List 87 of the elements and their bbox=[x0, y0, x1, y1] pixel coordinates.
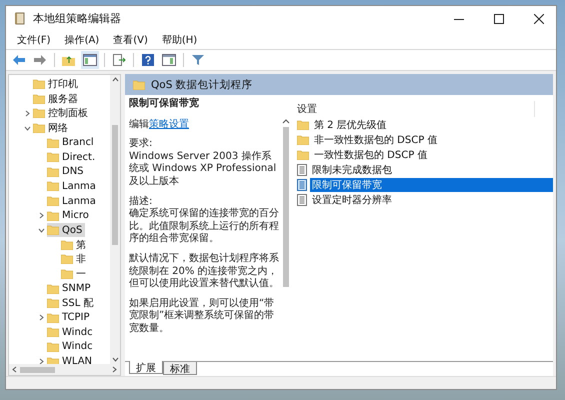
tree-item[interactable]: Windc bbox=[47, 340, 96, 354]
setting-row[interactable]: 限制可保留带宽 bbox=[310, 178, 553, 192]
tree-item[interactable]: 服务器 bbox=[33, 92, 81, 106]
folder-icon bbox=[47, 327, 59, 338]
tree-item[interactable]: Lanma bbox=[47, 179, 99, 194]
description-paragraph: 默认情况下，数据包计划程序将系统限制在 20% 的连接带宽之内，但可以使用此设置来替代默认值。 bbox=[129, 252, 280, 291]
setting-row[interactable]: 非一致性数据包的 DSCP 值 bbox=[312, 132, 553, 146]
tree-item[interactable]: 打印机 bbox=[33, 77, 81, 92]
setting-row[interactable]: 第 2 层优先级值 bbox=[312, 118, 553, 132]
setting-row[interactable]: 一致性数据包的 DSCP 值 bbox=[312, 148, 553, 162]
tree-item[interactable]: QoS bbox=[47, 223, 86, 238]
scroll-right-icon[interactable] bbox=[111, 366, 118, 373]
tree-item[interactable]: 控制面板 bbox=[33, 106, 91, 120]
chevron-down-icon[interactable] bbox=[38, 226, 44, 234]
view-tab[interactable]: 标准 bbox=[163, 362, 197, 375]
description-paragraph: 描述: 确定系统可保留的连接带宽的百分比。此值限制系统上运行的所有程序的组合带宽保留。 bbox=[129, 196, 280, 246]
policy-title: 限制可保留带宽 bbox=[129, 98, 200, 111]
close-icon bbox=[534, 14, 544, 24]
folder-icon bbox=[297, 134, 309, 144]
folder-icon bbox=[61, 254, 73, 264]
chevron-right-icon[interactable] bbox=[38, 358, 44, 364]
show-action-pane-button[interactable] bbox=[160, 51, 178, 69]
export-list-button[interactable] bbox=[110, 51, 128, 69]
folder-icon bbox=[61, 240, 73, 250]
description-paragraph: 要求: Windows Server 2003 操作系统或 Windows XP Professional 及以上版本 bbox=[129, 138, 278, 189]
scroll-left-icon[interactable] bbox=[11, 366, 18, 373]
folder-icon bbox=[47, 181, 59, 192]
folder-icon bbox=[33, 123, 45, 134]
help-button[interactable] bbox=[139, 51, 157, 69]
folder-icon bbox=[47, 284, 59, 294]
section-title: QoS 数据包计划程序 bbox=[151, 78, 253, 92]
setting-row[interactable]: 限制未完成数据包 bbox=[310, 162, 553, 176]
setting-row[interactable]: 设置定时器分辨率 bbox=[310, 192, 553, 206]
chevron-right-icon[interactable] bbox=[38, 212, 44, 220]
tree-item[interactable]: 非 bbox=[61, 252, 89, 266]
document-icon bbox=[297, 194, 307, 206]
tree-item[interactable]: WLAN bbox=[47, 354, 96, 364]
folder-icon bbox=[297, 150, 309, 160]
tree-item[interactable]: Direct. bbox=[47, 150, 98, 164]
chevron-right-icon[interactable] bbox=[38, 314, 44, 322]
tree-item[interactable]: Brancl bbox=[47, 136, 97, 150]
view-tab[interactable]: 扩展 bbox=[129, 361, 163, 374]
tree-item[interactable]: SSL 配 bbox=[47, 296, 96, 310]
folder-icon bbox=[47, 152, 59, 162]
folder-icon bbox=[47, 210, 59, 221]
policy-settings-link[interactable]: 策略设置 bbox=[149, 118, 189, 130]
scroll-up-icon[interactable] bbox=[282, 118, 290, 124]
vertical-scrollbar[interactable] bbox=[110, 75, 120, 364]
chevron-right-icon[interactable] bbox=[24, 110, 30, 117]
help-icon bbox=[142, 54, 154, 66]
tree-item[interactable]: DNS bbox=[47, 164, 87, 179]
tree-item[interactable]: Micro bbox=[47, 208, 92, 223]
tree-item[interactable]: TCPIP bbox=[47, 310, 93, 325]
folder-icon bbox=[33, 108, 45, 118]
document-icon bbox=[297, 164, 307, 176]
folder-icon bbox=[133, 80, 145, 90]
menu-item[interactable]: 查看(V) bbox=[106, 31, 155, 49]
folder-icon bbox=[61, 269, 73, 280]
tree-item[interactable]: 一 bbox=[61, 267, 89, 282]
tree-item[interactable]: Lanma bbox=[47, 194, 99, 208]
menu-item[interactable]: 操作(A) bbox=[58, 31, 106, 49]
folder-icon bbox=[33, 94, 45, 104]
folder-icon bbox=[33, 79, 45, 90]
tree-item[interactable]: 第 bbox=[61, 238, 89, 252]
folder-icon bbox=[47, 312, 59, 323]
description-paragraph: 如果启用此设置，则可以使用“带宽限制”框来调整系统可保留的带宽数量。 bbox=[129, 298, 276, 336]
tree-item[interactable]: 网络 bbox=[33, 121, 71, 136]
app-icon bbox=[14, 12, 27, 25]
folder-icon bbox=[47, 225, 59, 236]
chevron-down-icon[interactable] bbox=[24, 124, 30, 132]
folder-icon bbox=[47, 166, 59, 177]
folder-icon bbox=[47, 196, 59, 206]
show-tree-button[interactable] bbox=[81, 51, 99, 69]
tree-item[interactable]: Windc bbox=[47, 325, 96, 340]
menu-item[interactable]: 帮助(H) bbox=[154, 31, 204, 49]
maximize-icon bbox=[494, 14, 504, 24]
folder-icon bbox=[47, 342, 59, 352]
horizontal-scrollbar[interactable] bbox=[9, 364, 120, 375]
menu-item[interactable]: 文件(F) bbox=[10, 31, 58, 49]
document-icon bbox=[297, 178, 307, 190]
edit-policy-text: 编辑策略设置 bbox=[129, 118, 190, 132]
folder-icon bbox=[47, 298, 59, 308]
folder-icon bbox=[297, 120, 309, 130]
window-title: 本地组策略编辑器 bbox=[33, 11, 122, 26]
folder-icon bbox=[47, 138, 59, 148]
tree-item[interactable]: SNMP bbox=[47, 282, 94, 296]
column-header[interactable]: 设置 bbox=[297, 101, 535, 117]
